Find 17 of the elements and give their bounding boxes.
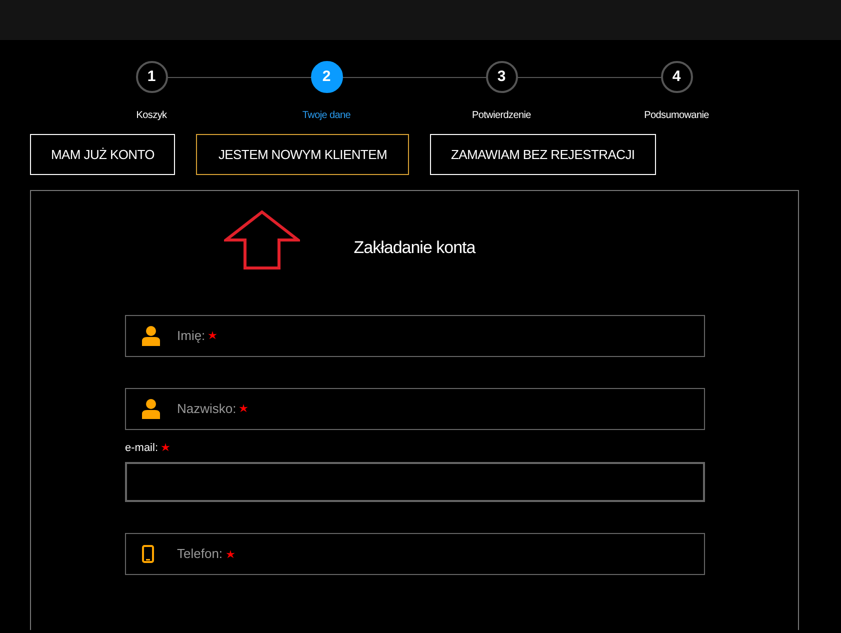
step-label: Twoje dane xyxy=(302,109,351,123)
step-label: Koszyk xyxy=(136,109,167,123)
text-input[interactable]: Nazwisko: xyxy=(177,398,236,418)
field-label: e-mail: xyxy=(125,440,158,456)
tab[interactable]: ZAMAWIAM BEZ REJESTRACJI xyxy=(430,134,656,175)
text-input[interactable]: Imię: xyxy=(177,326,206,346)
form-title: Zakładanie konta xyxy=(354,237,476,259)
email-field[interactable] xyxy=(125,462,705,502)
step-label: Podsumowanie xyxy=(644,109,709,123)
phone-icon xyxy=(142,545,154,563)
person-icon xyxy=(142,326,160,346)
arrow-icon xyxy=(224,210,300,270)
text-input[interactable]: Telefon: xyxy=(177,544,223,564)
tab[interactable]: MAM JUŻ KONTO xyxy=(30,134,176,175)
tab[interactable]: JESTEM NOWYM KLIENTEM xyxy=(196,134,409,175)
step-label: Potwierdzenie xyxy=(472,109,531,123)
person-icon xyxy=(142,398,160,418)
